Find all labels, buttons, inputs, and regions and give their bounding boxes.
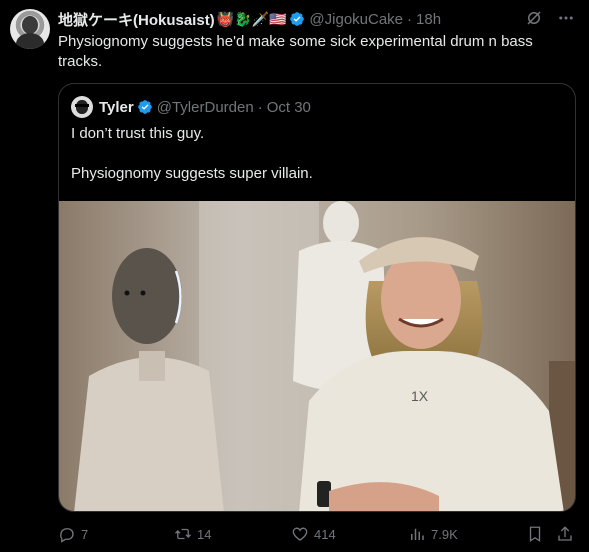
bookmark-button[interactable] xyxy=(526,525,544,543)
more-icon[interactable] xyxy=(557,9,575,27)
shirt-logo: 1X xyxy=(411,388,429,404)
quoted-avatar xyxy=(71,96,93,118)
like-count: 414 xyxy=(314,526,336,542)
quoted-text: I don’t trust this guy. Physiognomy sugg… xyxy=(71,124,561,184)
quoted-time: Oct 30 xyxy=(266,98,311,116)
quoted-photo[interactable]: 1X xyxy=(59,201,576,512)
reply-count: 7 xyxy=(81,526,89,542)
like-icon xyxy=(292,527,308,541)
quoted-tweet[interactable]: Tyler @TylerDurden · Oct 30 I don’t trus… xyxy=(58,83,576,512)
tweet-header: 地獄ケーキ(Hokusaist) 👹🐉🗡️🇺🇸 @JigokuCake · 18… xyxy=(58,9,441,29)
share-icon xyxy=(558,526,572,541)
verified-badge-icon xyxy=(137,100,152,114)
grok-icon[interactable] xyxy=(525,9,543,27)
verified-badge-icon xyxy=(290,12,305,26)
quoted-line-1: I don’t trust this guy. xyxy=(71,125,205,142)
like-button[interactable]: 414 xyxy=(291,525,336,543)
quoted-line-2: Physiognomy suggests super villain. xyxy=(71,165,313,182)
tweet-time[interactable]: 18h xyxy=(416,11,441,28)
separator: · xyxy=(407,10,413,28)
reply-icon xyxy=(60,528,74,543)
tweet-text: Physiognomy suggests he'd make some sick… xyxy=(58,33,533,70)
retweet-icon xyxy=(175,528,191,540)
author-name[interactable]: 地獄ケーキ(Hokusaist) xyxy=(58,9,215,30)
views-button[interactable]: 7.9K xyxy=(408,525,458,543)
views-icon xyxy=(411,528,424,540)
reply-button[interactable]: 7 xyxy=(58,525,88,543)
retweet-button[interactable]: 14 xyxy=(174,525,211,543)
separator: · xyxy=(257,98,263,116)
quoted-handle: @TylerDurden xyxy=(156,98,254,116)
quoted-header: Tyler @TylerDurden · Oct 30 xyxy=(71,96,311,118)
quoted-author-name: Tyler xyxy=(99,98,134,116)
author-handle[interactable]: @JigokuCake xyxy=(309,11,403,28)
bookmark-icon xyxy=(529,526,541,543)
top-icons xyxy=(525,9,575,27)
views-count: 7.9K xyxy=(431,526,458,542)
share-button[interactable] xyxy=(556,525,574,543)
author-emoji: 👹🐉🗡️🇺🇸 xyxy=(216,10,287,27)
author-avatar[interactable] xyxy=(10,9,50,49)
action-bar: 7 14 414 7.9K xyxy=(58,524,578,544)
retweet-count: 14 xyxy=(197,526,212,542)
